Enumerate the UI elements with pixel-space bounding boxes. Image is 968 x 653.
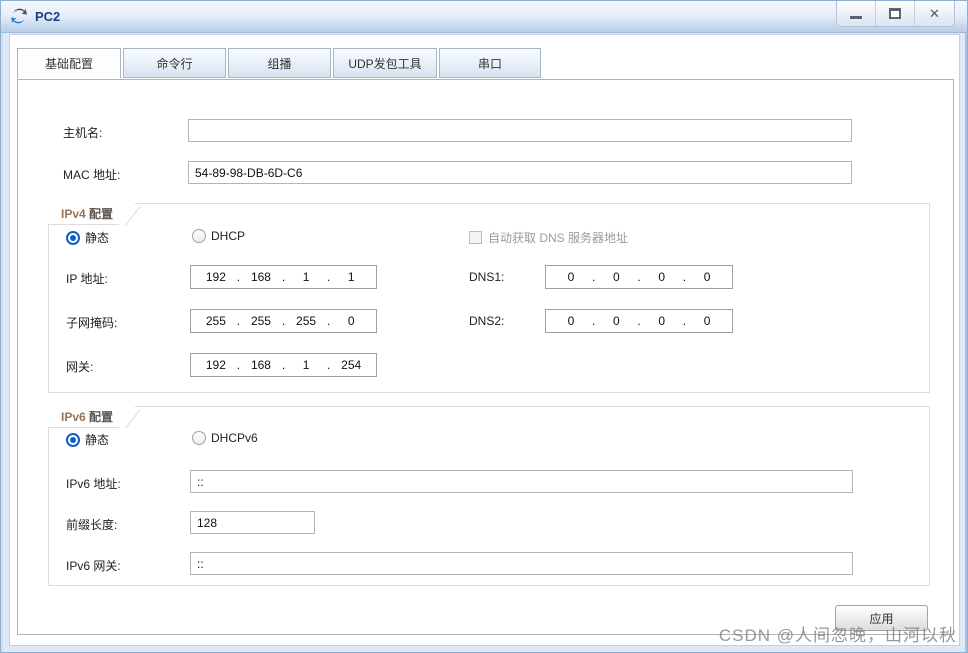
tab-basic-config[interactable]: 基础配置 [17,48,121,79]
tab-command-line[interactable]: 命令行 [123,48,226,78]
radio-unselected-icon [192,431,206,445]
radio-selected-icon [66,230,80,245]
hostname-input[interactable] [188,119,852,142]
prefix-length-label: 前缀长度: [66,518,118,532]
ipv6-address-label: IPv6 地址: [66,477,121,491]
basic-config-panel: 主机名: MAC 地址: IPv4 配置 静态 DHCP [17,79,954,635]
subnet-mask-input[interactable]: 255 255 255 0 [190,309,377,333]
maximize-icon [889,8,901,19]
subnet-mask-label: 子网掩码: [66,316,118,330]
tab-multicast[interactable]: 组播 [228,48,331,78]
gateway-input[interactable]: 192 168 1 254 [190,353,377,377]
ipv4-dhcp-radio[interactable]: DHCP [192,229,245,243]
close-icon: ✕ [929,5,940,21]
ipv6-group: IPv6 配置 静态 DHCPv6 IPv6 地址: 前缀长度: IPv6 网关… [48,406,930,586]
mac-label: MAC 地址: [63,168,121,182]
dns2-input[interactable]: 0 0 0 0 [545,309,733,333]
gateway-label: 网关: [66,360,94,374]
radio-unselected-icon [192,229,206,243]
apply-button[interactable]: 应用 [835,605,928,631]
tab-bar: 基础配置 命令行 组播 UDP发包工具 串口 [17,48,541,79]
mac-input[interactable] [188,161,852,184]
ipv6-gateway-label: IPv6 网关: [66,559,121,573]
dns1-input[interactable]: 0 0 0 0 [545,265,733,289]
hostname-label: 主机名: [63,126,103,140]
ipv4-group-label: IPv4 配置 [48,203,136,225]
main-panel: 基础配置 命令行 组播 UDP发包工具 串口 主机名: MAC 地址: IPv4… [9,34,960,646]
maximize-button[interactable] [876,1,915,26]
dns2-label: DNS2: [469,314,505,328]
ip-address-input[interactable]: 192 168 1 1 [190,265,377,289]
minimize-icon [850,16,862,19]
window-controls: ✕ [836,1,955,27]
close-button[interactable]: ✕ [915,1,954,26]
tab-serial[interactable]: 串口 [439,48,541,78]
checkbox-icon [469,231,482,244]
ipv4-group: IPv4 配置 静态 DHCP 自动获取 DNS 服务器地址 IP 地址: 19… [48,203,930,393]
titlebar[interactable]: PC2 ✕ [1,1,967,33]
ipv6-static-radio[interactable]: 静态 [66,431,109,448]
ipv6-address-input[interactable] [190,470,853,493]
minimize-button[interactable] [837,1,876,26]
ensp-app-icon [11,8,27,24]
radio-selected-icon [66,432,80,447]
ipv6-dhcp-radio[interactable]: DHCPv6 [192,431,258,445]
ipv4-static-radio[interactable]: 静态 [66,229,109,246]
window-title: PC2 [35,8,61,24]
pc-config-window: PC2 ✕ 基础配置 命令行 组播 UDP发包工具 串口 主机名: MAC 地址… [0,0,968,653]
ipv6-group-label: IPv6 配置 [48,406,136,428]
tab-udp-tool[interactable]: UDP发包工具 [333,48,437,78]
auto-dns-checkbox[interactable]: 自动获取 DNS 服务器地址 [469,229,628,246]
ip-address-label: IP 地址: [66,272,108,286]
dns1-label: DNS1: [469,270,505,284]
ipv6-gateway-input[interactable] [190,552,853,575]
prefix-length-input[interactable] [190,511,315,534]
